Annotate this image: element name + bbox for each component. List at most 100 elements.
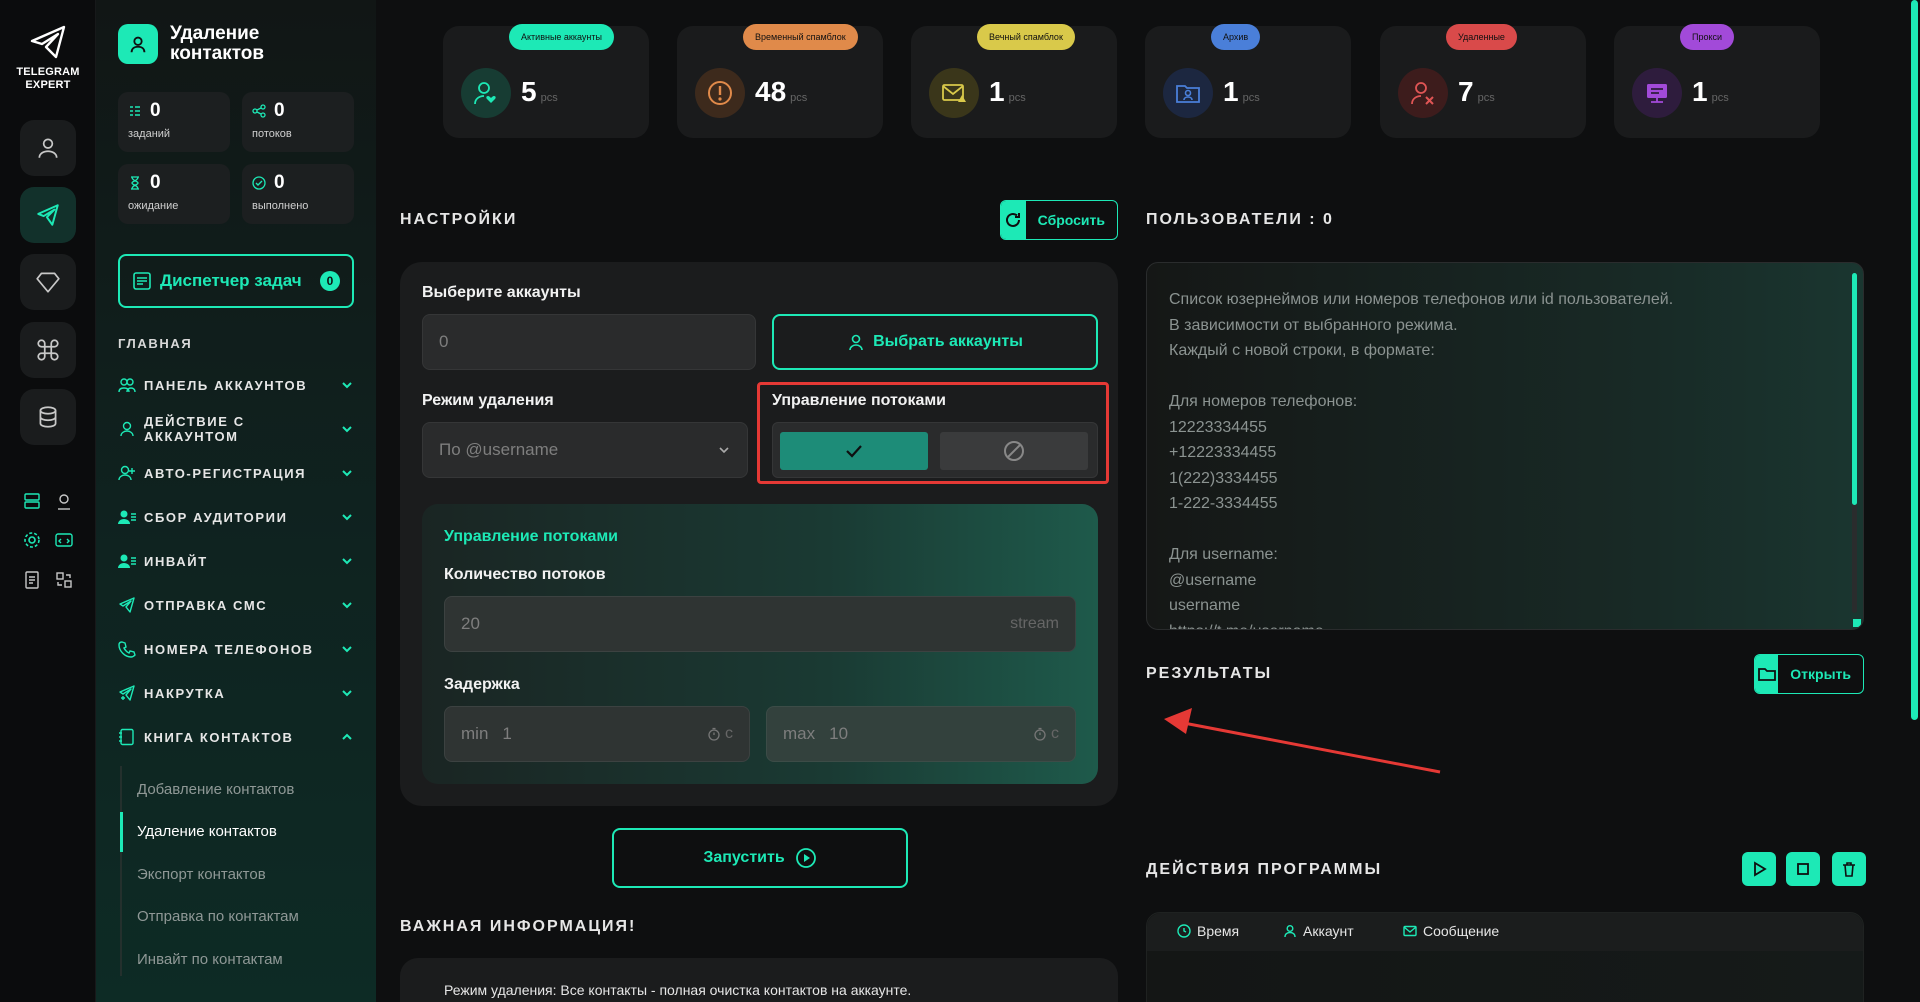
sidebar-item-sms[interactable]: ОТПРАВКА СМС: [118, 593, 354, 617]
delay-max-prefix: max: [783, 724, 816, 743]
sidebar-section-title: ГЛАВНАЯ: [118, 336, 193, 351]
resize-grip-icon[interactable]: [1853, 619, 1861, 627]
threads-count-input[interactable]: 20 stream: [444, 596, 1076, 652]
card-active-accounts[interactable]: Активные аккаунты 5 pcs: [443, 24, 649, 138]
sidebar-item-label: НОМЕРА ТЕЛЕФОНОВ: [144, 641, 314, 657]
accounts-input[interactable]: 0: [422, 314, 756, 370]
card-value: 5 pcs: [521, 76, 558, 107]
submenu-item-send-to-contacts[interactable]: Отправка по контактам: [137, 908, 299, 925]
telegram-logo-icon: [28, 22, 68, 62]
delay-max-input[interactable]: max 10 с: [766, 706, 1076, 762]
diamond-icon: [36, 272, 60, 293]
sidebar-item-boost[interactable]: НАКРУТКА: [118, 681, 354, 705]
users-textarea[interactable]: Список юзернеймов или номеров телефонов …: [1146, 262, 1864, 630]
mode-label: Режим удаления: [422, 392, 554, 409]
page-scrollbar-thumb[interactable]: [1911, 0, 1918, 720]
mail-icon: [1403, 925, 1417, 937]
rail-profile-button[interactable]: [20, 120, 76, 176]
card-perm-spamblock[interactable]: Вечный спамблок 1 pcs: [911, 24, 1117, 138]
book-icon: [119, 728, 134, 746]
server-list-icon[interactable]: [20, 489, 44, 513]
stopwatch-icon: [1034, 727, 1046, 741]
submenu-item-add-contacts[interactable]: Добавление контактов: [137, 781, 294, 798]
play-button[interactable]: [1742, 852, 1776, 886]
users-scrollbar-thumb[interactable]: [1852, 273, 1857, 505]
info-text: Режим удаления: Все контакты - полная оч…: [444, 982, 912, 998]
folder-open-icon: [1755, 655, 1779, 693]
user-icon: [120, 421, 134, 437]
card-tag: Активные аккаунты: [509, 24, 614, 50]
submenu-item-export-contacts[interactable]: Экспорт контактов: [137, 866, 266, 883]
sidebar-item-phone-numbers[interactable]: НОМЕРА ТЕЛЕФОНОВ: [118, 637, 354, 661]
log-panel: Время Аккаунт Сообщение: [1146, 912, 1864, 1002]
dispatcher-badge: 0: [320, 271, 340, 291]
sidebar-item-contact-book[interactable]: КНИГА КОНТАКТОВ: [118, 725, 354, 749]
sidebar-item-accounts-panel[interactable]: ПАНЕЛЬ АККАУНТОВ: [118, 373, 354, 397]
swap-icon[interactable]: [52, 568, 76, 592]
rail-telegram-button[interactable]: [20, 187, 76, 243]
sidebar-item-account-actions[interactable]: ДЕЙСТВИЕ С АККАУНТОМ: [118, 414, 354, 444]
stop-button[interactable]: [1786, 852, 1820, 886]
rail-command-button[interactable]: [20, 322, 76, 378]
chevron-down-icon: [342, 426, 352, 433]
log-col-label: Аккаунт: [1303, 923, 1354, 939]
play-icon: [1754, 861, 1767, 877]
mode-select[interactable]: По @username: [422, 422, 748, 478]
chevron-down-icon: [342, 646, 352, 653]
sidebar-item-label: КНИГА КОНТАКТОВ: [144, 729, 294, 745]
card-value: 1 pcs: [1692, 76, 1729, 107]
info-heading: ВАЖНАЯ ИНФОРМАЦИЯ!: [400, 918, 637, 935]
open-label: Открыть: [1790, 666, 1851, 682]
chevron-down-icon: [342, 514, 352, 521]
stat-label: потоков: [252, 128, 292, 140]
card-deleted[interactable]: Удаленные 7 pcs: [1380, 24, 1586, 138]
sidebar-item-audience[interactable]: СБОР АУДИТОРИИ: [118, 505, 354, 529]
sidebar-item-label: НАКРУТКА: [144, 685, 226, 701]
log-col-label: Время: [1197, 923, 1240, 939]
sidebar-item-invite[interactable]: ИНВАЙТ: [118, 549, 354, 573]
submenu-item-invite-contacts[interactable]: Инвайт по контактам: [137, 951, 283, 968]
sidebar-header: Удаление контактов: [118, 24, 290, 64]
dispatcher-label: Диспетчер задач: [160, 271, 302, 290]
card-archive[interactable]: Архив 1 pcs: [1145, 24, 1351, 138]
threads-icon: [252, 104, 266, 118]
document-icon[interactable]: [20, 568, 44, 592]
threads-count-value: 20: [461, 614, 480, 633]
brand[interactable]: TELEGRAM EXPERT: [10, 22, 86, 92]
rail-database-button[interactable]: [20, 389, 76, 445]
stat-done: 0 выполнено: [242, 164, 354, 224]
card-tag: Архив: [1211, 24, 1261, 50]
delay-min-prefix: min: [461, 724, 489, 743]
select-accounts-button[interactable]: Выбрать аккаунты: [772, 314, 1098, 370]
card-temp-spamblock[interactable]: Временный спамблок 48 pcs: [677, 24, 883, 138]
submenu-item-delete-contacts[interactable]: Удаление контактов: [137, 823, 277, 840]
sidebar-item-label: АВТО-РЕГИСТРАЦИЯ: [144, 465, 307, 481]
contact-book-icon: [118, 24, 158, 64]
task-list-icon: [133, 272, 151, 290]
delay-min-value: 1: [502, 724, 512, 743]
reset-button[interactable]: Сбросить: [1000, 200, 1118, 240]
user-heart-icon: [461, 68, 511, 118]
code-window-icon[interactable]: [52, 528, 76, 552]
card-value: 48 pcs: [755, 76, 808, 107]
location-user-icon[interactable]: [52, 489, 76, 513]
stat-waiting: 0 ожидание: [118, 164, 230, 224]
tasks-icon: [130, 106, 140, 116]
clear-log-button[interactable]: [1832, 852, 1866, 886]
stop-icon: [1797, 863, 1809, 875]
open-results-button[interactable]: Открыть: [1754, 654, 1864, 694]
run-button[interactable]: Запустить: [612, 828, 908, 888]
sidebar-item-label: СБОР АУДИТОРИИ: [144, 509, 288, 525]
card-value: 1 pcs: [989, 76, 1026, 107]
proxy-server-icon: [1632, 68, 1682, 118]
delay-min-input[interactable]: min 1 с: [444, 706, 750, 762]
card-proxy[interactable]: Прокси 1 pcs: [1614, 24, 1820, 138]
log-header: Время Аккаунт Сообщение: [1147, 913, 1863, 951]
stat-threads: 0 потоков: [242, 92, 354, 152]
task-dispatcher-button[interactable]: Диспетчер задач 0: [118, 254, 354, 308]
rail-premium-button[interactable]: [20, 254, 76, 310]
brand-name: TELEGRAM EXPERT: [16, 66, 80, 91]
card-value: 7 pcs: [1458, 76, 1495, 107]
settings-gear-icon[interactable]: [20, 528, 44, 552]
sidebar-item-auto-registration[interactable]: АВТО-РЕГИСТРАЦИЯ: [118, 461, 354, 485]
